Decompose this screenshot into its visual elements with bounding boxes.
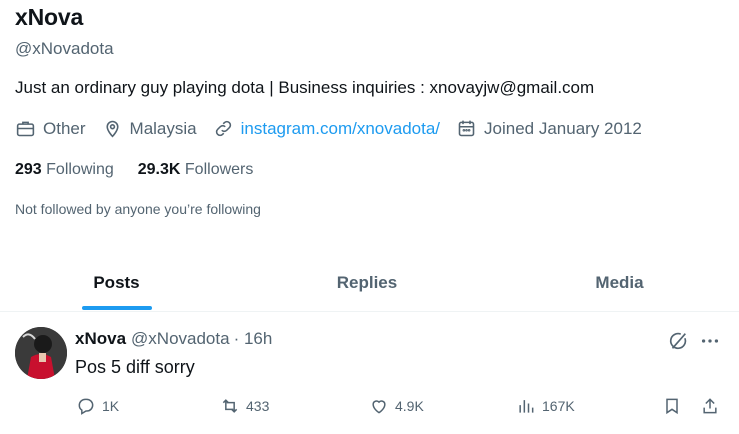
post-time[interactable]: · 16h [234,329,273,349]
calendar-icon [458,120,475,137]
bookmark-button[interactable] [662,396,682,416]
profile-meta: Other Malaysia instagram.com/xnovadota/ … [15,118,658,139]
like-icon [372,400,386,414]
reply-icon [78,398,94,415]
not-followed-note: Not followed by anyone you’re following [15,201,261,217]
following-label: Following [46,161,114,178]
profile-category: Other [15,118,86,139]
bookmark-icon [666,398,678,415]
more-icon[interactable] [699,330,721,352]
grok-icon[interactable] [667,330,689,352]
followers-link[interactable]: 29.3K Followers [138,161,254,179]
profile-location: Malaysia [102,118,197,139]
following-count: 293 [15,161,42,178]
reply-count: 1K [102,398,120,414]
share-icon [703,398,717,414]
profile-name: xNova [15,4,84,30]
location-label: Malaysia [129,118,197,138]
followers-count: 29.3K [137,161,181,178]
post-text: Pos 5 diff sorry [75,357,195,377]
follow-stats: 293 Following 29.3K Followers [15,161,277,179]
tab-posts[interactable]: Posts [0,254,233,312]
profile-joined: Joined January 2012 [456,118,642,139]
avatar[interactable] [15,327,67,379]
post-actions: 1K 433 4.9K 167K [0,396,739,422]
profile-bio: Just an ordinary guy playing dota | Busi… [15,78,595,97]
following-link[interactable]: 293 Following [15,161,114,179]
views-button[interactable]: 167K [516,396,575,416]
followers-label: Followers [184,161,254,178]
repost-count: 433 [246,398,270,414]
reply-button[interactable]: 1K [76,396,119,416]
repost-button[interactable]: 433 [220,396,269,416]
post-header: xNova @xNovadota · 16h [75,329,272,349]
post-item[interactable]: xNova @xNovadota · 16h Pos 5 diff sorry … [0,313,739,434]
active-tab-indicator [82,306,152,310]
profile-tabs: Posts Replies Media [0,254,739,312]
post-author-name[interactable]: xNova [75,329,126,349]
profile-website[interactable]: instagram.com/xnovadota/ [213,118,440,139]
views-icon [519,400,534,413]
repost-icon [222,399,238,413]
location-pin-icon [105,120,119,138]
tab-media[interactable]: Media [500,254,739,312]
tab-replies[interactable]: Replies [246,254,488,312]
website-link[interactable]: instagram.com/xnovadota/ [241,119,440,139]
views-count: 167K [542,398,575,414]
post-author-handle[interactable]: @xNovadota [131,329,230,349]
profile-handle: @xNovadota [15,39,114,58]
joined-label: Joined January 2012 [484,118,642,138]
category-label: Other [43,118,86,138]
like-button[interactable]: 4.9K [369,396,424,416]
link-icon [215,120,231,137]
briefcase-icon [16,121,35,137]
share-button[interactable] [700,396,720,416]
like-count: 4.9K [395,398,424,414]
